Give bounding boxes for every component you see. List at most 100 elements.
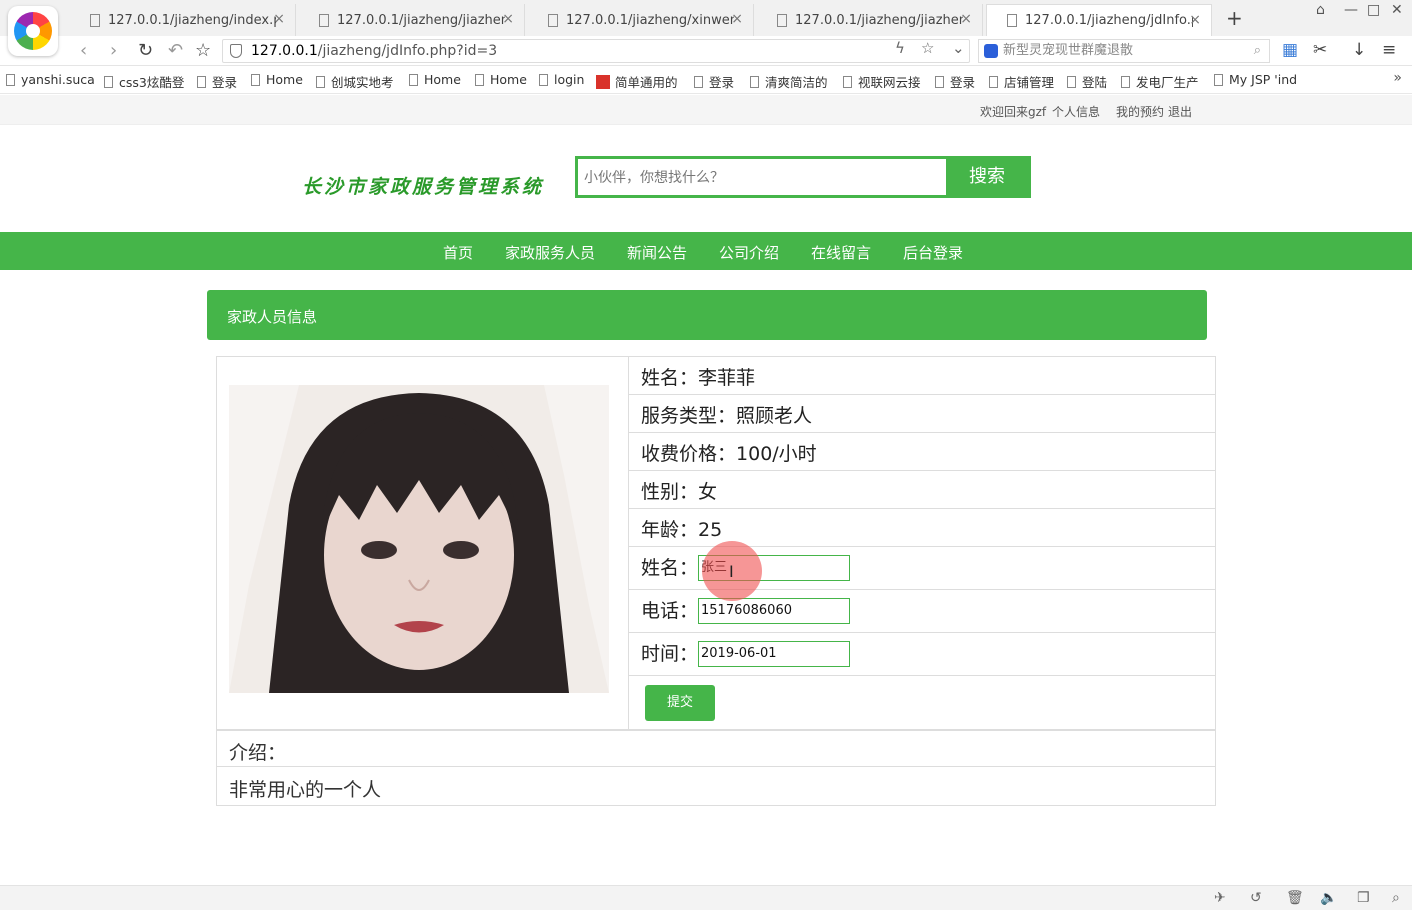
bookmark-item[interactable]: Home — [475, 72, 527, 87]
minimize-icon[interactable]: — — [1344, 2, 1358, 18]
browser-tab-active[interactable]: 127.0.0.1/jiazheng/jdInfo.php × — [986, 4, 1212, 36]
bookmark-label: 登录 — [212, 75, 238, 90]
search-button[interactable]: 搜索 — [946, 159, 1028, 195]
bookmark-label: yanshi.suca — [21, 72, 95, 87]
bookmark-item[interactable]: 清爽简洁的 — [750, 72, 828, 91]
price-label: 收费价格： — [641, 443, 737, 465]
bookmarks-overflow-icon[interactable]: » — [1393, 70, 1402, 86]
page-icon — [1007, 14, 1017, 27]
logout-link[interactable]: 退出 — [1168, 103, 1192, 120]
main-nav: 首页 家政服务人员 新闻公告 公司介绍 在线留言 后台登录 — [0, 232, 1412, 270]
apps-grid-icon[interactable]: ▦ — [1282, 40, 1298, 60]
tab-label: 127.0.0.1/jiazheng/index.php — [108, 12, 276, 28]
browser-tab[interactable]: 127.0.0.1/jiazheng/xinwen.php × — [528, 4, 754, 36]
menu-icon[interactable]: ≡ — [1382, 40, 1396, 60]
page-icon — [104, 75, 113, 88]
bookmark-item[interactable]: 店铺管理 — [989, 72, 1054, 91]
page-icon — [694, 75, 703, 88]
browser-tab[interactable]: 127.0.0.1/jiazheng/jiazheng.ph × — [299, 4, 525, 36]
bookmark-label: 登陆 — [1082, 75, 1108, 90]
dropdown-chevron-icon[interactable]: ⌄ — [952, 39, 965, 57]
nav-admin-login[interactable]: 后台登录 — [903, 242, 963, 263]
skin-icon[interactable]: ⌂ — [1316, 2, 1325, 18]
bookmark-star-icon[interactable]: ☆ — [921, 39, 934, 57]
text-cursor-icon: I — [729, 562, 734, 581]
browser-tab[interactable]: 127.0.0.1/jiazheng/jiazheng.ph × — [757, 4, 983, 36]
volume-icon[interactable]: 🔈 — [1320, 890, 1337, 906]
page-icon — [316, 75, 325, 88]
bookmark-item[interactable]: 发电厂生产 — [1121, 72, 1199, 91]
trash-icon[interactable]: 🗑 — [1286, 890, 1304, 906]
nav-news[interactable]: 新闻公告 — [627, 242, 687, 263]
service-value: 照顾老人 — [736, 405, 813, 427]
nav-staff[interactable]: 家政服务人员 — [505, 242, 595, 263]
page-icon — [539, 73, 548, 86]
nav-about[interactable]: 公司介绍 — [719, 242, 779, 263]
page-icon — [1121, 75, 1130, 88]
new-tab-icon[interactable]: + — [1226, 6, 1243, 30]
forward-icon[interactable]: › — [110, 40, 117, 61]
security-shield-icon — [230, 44, 242, 58]
bookmark-item[interactable]: 登录 — [197, 72, 237, 91]
search-icon[interactable]: ⌕ — [1254, 40, 1261, 62]
lightning-icon[interactable]: ϟ — [895, 39, 905, 57]
staff-photo — [229, 385, 609, 693]
back-icon[interactable]: ‹ — [80, 40, 87, 61]
browser-search-input[interactable]: 新型灵宠现世群魔退散 ⌕ — [978, 39, 1270, 63]
bookmark-item[interactable]: css3炫酷登 — [104, 72, 184, 91]
zoom-search-icon[interactable]: ⌕ — [1392, 890, 1400, 906]
site-search-input[interactable]: 小伙伴，你想找什么？ — [584, 167, 724, 187]
bookmark-item[interactable]: 视联网云接 — [843, 72, 921, 91]
maximize-icon[interactable]: □ — [1367, 2, 1380, 18]
close-icon[interactable]: × — [960, 11, 972, 27]
address-bar[interactable]: 127.0.0.1/jiazheng/jdInfo.php?id=3 — [222, 39, 970, 63]
pin-icon[interactable]: ✈ — [1214, 890, 1226, 906]
page-icon — [989, 75, 998, 88]
close-icon[interactable]: × — [273, 11, 285, 27]
reload-icon[interactable]: ↻ — [138, 40, 153, 61]
booking-phone-label: 电话： — [641, 600, 699, 622]
close-icon[interactable]: × — [1189, 12, 1201, 28]
bookmark-label: Home — [490, 72, 527, 87]
submit-button[interactable]: 提交 — [645, 685, 715, 721]
my-booking-link[interactable]: 我的预约 — [1116, 103, 1164, 120]
bookmark-item[interactable]: Home — [409, 72, 461, 87]
bookmark-item[interactable]: My JSP 'ind — [1214, 72, 1297, 87]
page-icon — [935, 75, 944, 88]
browser-tab[interactable]: 127.0.0.1/jiazheng/index.php × — [70, 4, 296, 36]
bookmark-item[interactable]: 登录 — [694, 72, 734, 91]
close-icon[interactable]: × — [731, 11, 743, 27]
bookmark-label: login — [554, 72, 585, 87]
bookmark-item[interactable]: yanshi.suca — [6, 72, 95, 87]
page-icon — [6, 73, 15, 86]
site-logo[interactable]: 长沙市家政服务管理系统 — [302, 172, 544, 199]
bookmark-item[interactable]: Home — [251, 72, 303, 87]
bookmark-item[interactable]: 登陆 — [1067, 72, 1107, 91]
scissors-icon[interactable]: ✂ — [1313, 40, 1327, 60]
home-star-icon[interactable]: ☆ — [195, 40, 211, 61]
bookmark-item[interactable]: login — [539, 72, 584, 87]
window-close-icon[interactable]: ✕ — [1391, 2, 1403, 18]
bookmark-item[interactable]: 登录 — [935, 72, 975, 91]
booking-name-label: 姓名： — [641, 557, 699, 579]
refresh-status-icon[interactable]: ↺ — [1250, 890, 1262, 906]
undo-close-icon[interactable]: ↶ — [168, 40, 183, 61]
window-icon[interactable]: ❐ — [1357, 890, 1370, 906]
booking-time-input[interactable]: 2019-06-01 — [698, 641, 850, 667]
download-icon[interactable]: ↓ — [1352, 40, 1366, 60]
service-row: 服务类型：照顾老人 — [629, 395, 1215, 433]
browser-logo[interactable] — [8, 6, 58, 56]
booking-phone-input[interactable]: 15176086060 — [698, 598, 850, 624]
bookmark-item[interactable]: 简单通用的 — [596, 72, 678, 91]
profile-link[interactable]: 个人信息 — [1052, 103, 1100, 120]
nav-home[interactable]: 首页 — [443, 242, 473, 263]
nav-message[interactable]: 在线留言 — [811, 242, 871, 263]
page-icon — [90, 13, 100, 27]
booking-time-label: 时间： — [641, 643, 699, 665]
close-icon[interactable]: × — [502, 11, 514, 27]
bookmark-label: 登录 — [950, 75, 976, 90]
bookmark-item[interactable]: 创城实地考 — [316, 72, 394, 91]
page-icon — [251, 73, 260, 86]
page-icon — [475, 73, 484, 86]
gender-row: 性别：女 — [629, 471, 1215, 509]
